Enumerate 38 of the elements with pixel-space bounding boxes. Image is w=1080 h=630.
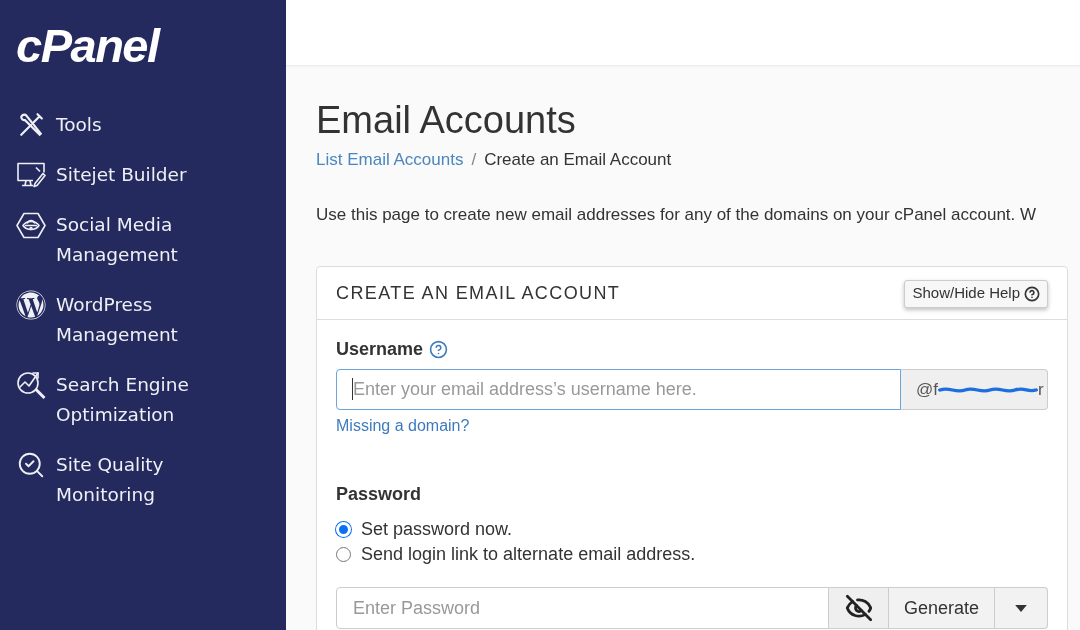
magnifier-trend-icon xyxy=(16,370,46,400)
breadcrumb-current: Create an Email Account xyxy=(484,149,672,171)
scribble-icon xyxy=(938,384,1038,395)
domain-start-text: @f xyxy=(916,378,938,401)
sidebar-item[interactable]: Search Engine Optimization xyxy=(56,370,226,430)
breadcrumb-separator: / xyxy=(471,149,477,171)
username-field[interactable]: Enter your email address’s username here. xyxy=(336,369,901,410)
logo[interactable]: cPanel xyxy=(16,22,159,69)
tools-icon xyxy=(18,112,44,138)
hexagon-icon xyxy=(16,210,46,240)
help-icon[interactable] xyxy=(429,339,449,359)
help-icon xyxy=(1024,285,1040,302)
sidebar-item[interactable]: Tools xyxy=(56,110,226,140)
password-label: Password xyxy=(336,483,423,505)
text-cursor xyxy=(352,378,353,400)
page-title: Email Accounts xyxy=(316,98,577,143)
generate-button[interactable]: Generate xyxy=(889,587,995,629)
sidebar-item[interactable]: Social Media Management xyxy=(56,210,226,270)
radio-label: Send login link to alternate email address. xyxy=(361,543,696,566)
breadcrumb-link[interactable]: List Email Accounts xyxy=(316,148,464,172)
sidebar-item[interactable]: Site Quality Monitoring xyxy=(56,450,226,510)
caret-icon xyxy=(1015,604,1027,612)
card-title: CREATE AN EMAIL ACCOUNT xyxy=(336,281,621,305)
sidebar-item[interactable]: Sitejet Builder xyxy=(56,160,226,190)
password-field[interactable]: Enter Password xyxy=(336,587,829,629)
toggle-visibility-button[interactable] xyxy=(829,587,889,629)
radio-label: Set password now. xyxy=(361,518,513,541)
sidebar-item[interactable]: WordPress Management xyxy=(56,290,226,350)
wordpress-icon xyxy=(16,290,46,320)
magnifier-check-icon xyxy=(16,450,46,480)
show-hide-help-button[interactable]: Show/Hide Help xyxy=(904,279,1048,308)
monitor-pen-icon xyxy=(16,160,46,190)
radio-button[interactable] xyxy=(336,547,351,562)
username-label: Username xyxy=(336,337,424,361)
eye-off-icon xyxy=(844,594,873,622)
missing-domain-link[interactable]: Missing a domain? xyxy=(336,415,470,437)
domain-end-text: r xyxy=(1038,378,1044,401)
page-description: Use this page to create new email addresses for any of the domains on your cPanel account. W xyxy=(316,204,1038,226)
